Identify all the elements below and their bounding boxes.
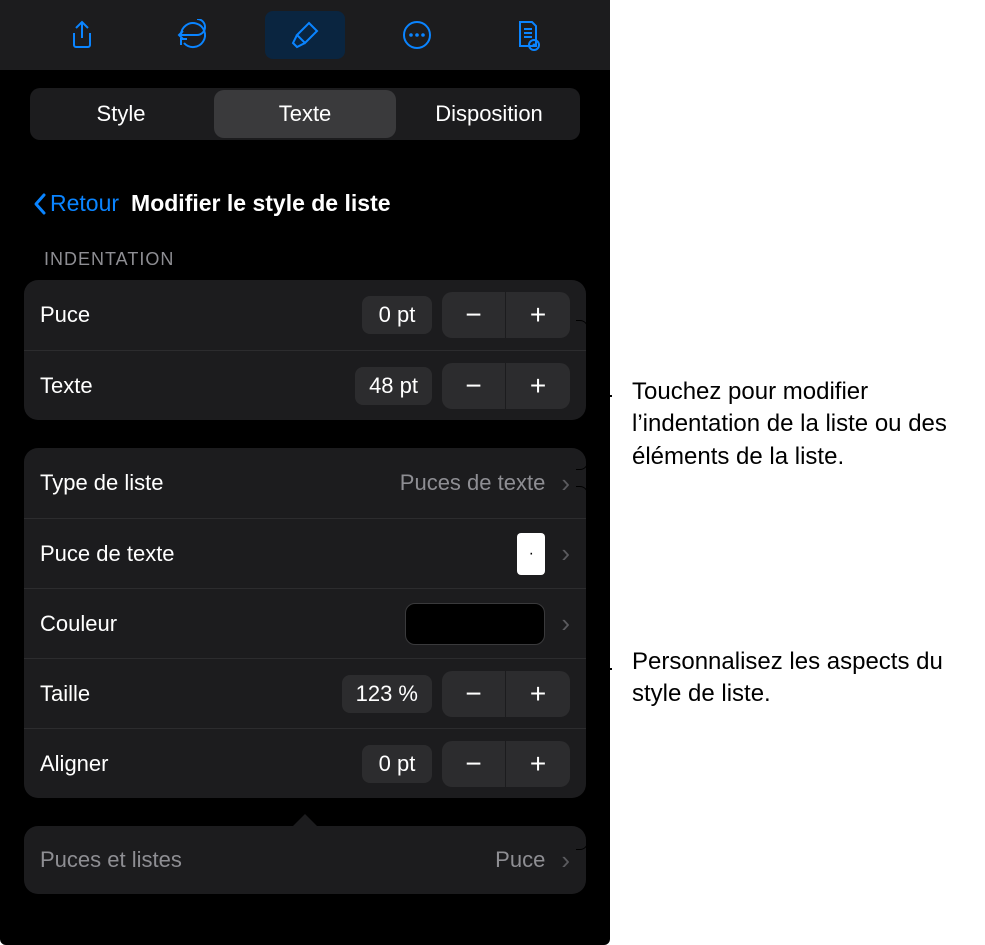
- segmented-control-wrap: Style Texte Disposition: [0, 70, 610, 140]
- text-bullet-row[interactable]: Puce de texte · ›: [24, 518, 586, 588]
- indent-texte-value[interactable]: 48 pt: [355, 367, 432, 405]
- text-bullet-label: Puce de texte: [40, 541, 175, 567]
- undo-icon: [177, 19, 209, 51]
- callout-indentation: Touchez pour modifier l’indentation de l…: [632, 376, 982, 473]
- back-label: Retour: [50, 190, 119, 217]
- undo-button[interactable]: [153, 11, 233, 59]
- chevron-left-icon: [32, 192, 48, 216]
- indent-puce-decrement[interactable]: −: [442, 292, 506, 338]
- tab-disposition[interactable]: Disposition: [398, 88, 580, 140]
- indent-texte-stepper: − +: [442, 363, 570, 409]
- bullets-lists-row[interactable]: Puces et listes Puce ›: [24, 826, 586, 894]
- indent-puce-increment[interactable]: +: [506, 292, 570, 338]
- brush-icon: [289, 19, 321, 51]
- size-value[interactable]: 123 %: [342, 675, 432, 713]
- list-type-row[interactable]: Type de liste Puces de texte ›: [24, 448, 586, 518]
- format-panel: Retour Modifier le style de liste INDENT…: [24, 180, 586, 798]
- pages-icon: [512, 19, 544, 51]
- color-row[interactable]: Couleur ›: [24, 588, 586, 658]
- align-value[interactable]: 0 pt: [362, 745, 432, 783]
- bullets-lists-label: Puces et listes: [40, 847, 182, 873]
- pages-button[interactable]: [488, 11, 568, 59]
- top-toolbar: [0, 0, 610, 70]
- size-stepper: − +: [442, 671, 570, 717]
- back-button[interactable]: Retour: [32, 190, 119, 217]
- device-frame: Style Texte Disposition Retour Modifier …: [0, 0, 610, 945]
- callout-bracket-2: [576, 486, 588, 850]
- panel-nav: Retour Modifier le style de liste: [24, 180, 586, 237]
- chevron-right-icon: ›: [561, 845, 570, 876]
- indent-texte-label: Texte: [40, 373, 93, 399]
- list-style-card: Type de liste Puces de texte › Puce de t…: [24, 448, 586, 798]
- indent-puce-label: Puce: [40, 302, 90, 328]
- indent-texte-increment[interactable]: +: [506, 363, 570, 409]
- list-type-value: Puces de texte: [400, 470, 546, 496]
- tab-texte[interactable]: Texte: [214, 90, 396, 138]
- list-type-label: Type de liste: [40, 470, 164, 496]
- size-row: Taille 123 % − +: [24, 658, 586, 728]
- format-button[interactable]: [265, 11, 345, 59]
- indent-puce-value[interactable]: 0 pt: [362, 296, 432, 334]
- indentation-section-label: INDENTATION: [24, 237, 586, 280]
- align-stepper: − +: [442, 741, 570, 787]
- color-label: Couleur: [40, 611, 117, 637]
- more-button[interactable]: [377, 11, 457, 59]
- chevron-right-icon: ›: [561, 538, 570, 569]
- align-increment[interactable]: +: [506, 741, 570, 787]
- indent-texte-row: Texte 48 pt − +: [24, 350, 586, 420]
- chevron-right-icon: ›: [561, 468, 570, 499]
- size-decrement[interactable]: −: [442, 671, 506, 717]
- indentation-card: Puce 0 pt − + Texte 48 pt − +: [24, 280, 586, 420]
- indent-puce-row: Puce 0 pt − +: [24, 280, 586, 350]
- size-label: Taille: [40, 681, 90, 707]
- panel-title: Modifier le style de liste: [131, 190, 390, 217]
- share-icon: [66, 19, 98, 51]
- align-row: Aligner 0 pt − +: [24, 728, 586, 798]
- chevron-right-icon: ›: [561, 608, 570, 639]
- align-label: Aligner: [40, 751, 108, 777]
- align-decrement[interactable]: −: [442, 741, 506, 787]
- callouts: Touchez pour modifier l’indentation de l…: [610, 0, 985, 945]
- indent-texte-decrement[interactable]: −: [442, 363, 506, 409]
- callout-style: Personnalisez les aspects du style de li…: [632, 646, 982, 711]
- bullet-swatch: ·: [517, 533, 545, 575]
- tab-style[interactable]: Style: [30, 88, 212, 140]
- share-button[interactable]: [42, 11, 122, 59]
- more-icon: [401, 19, 433, 51]
- callout-bracket-1: [576, 320, 588, 470]
- size-increment[interactable]: +: [506, 671, 570, 717]
- indent-puce-stepper: − +: [442, 292, 570, 338]
- color-swatch: [405, 603, 545, 645]
- bullets-lists-value: Puce: [495, 847, 545, 873]
- segmented-control: Style Texte Disposition: [30, 88, 580, 140]
